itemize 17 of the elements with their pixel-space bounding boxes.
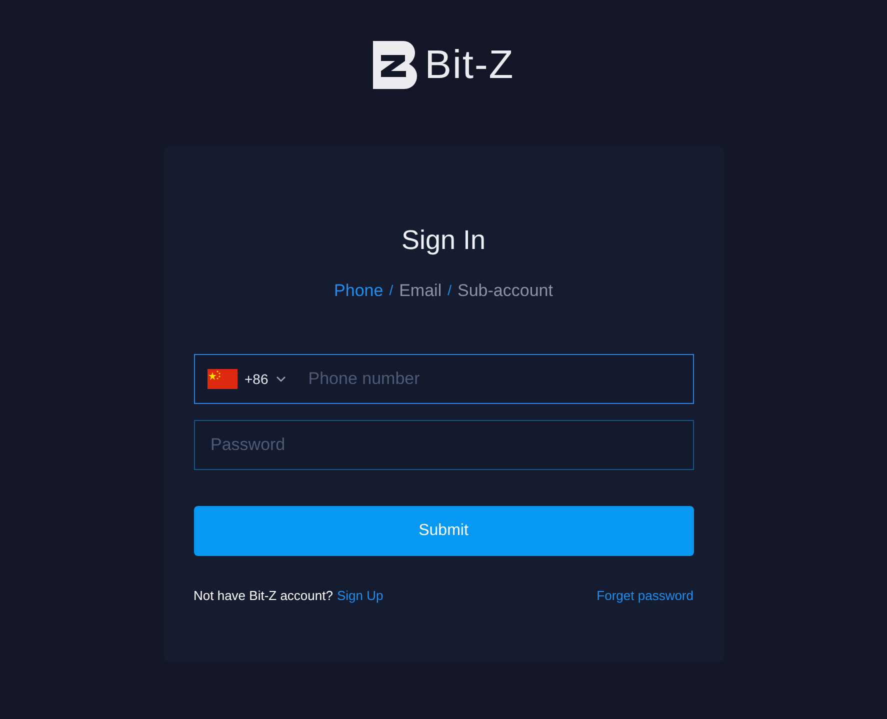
login-tab[interactable]: Phone: [334, 278, 384, 303]
submit-button[interactable]: Submit: [194, 506, 694, 556]
form-title: Sign In: [401, 224, 486, 257]
signup-prompt: Not have Bit-Z account?: [194, 587, 333, 605]
country-code-select[interactable]: +86: [244, 368, 286, 390]
logo-icon: [372, 41, 417, 89]
login-tab[interactable]: Sub-account: [458, 278, 553, 303]
chevron-down-icon: [276, 376, 286, 382]
tab-separator: /: [448, 280, 452, 300]
logo-text: Bit-Z: [424, 45, 514, 85]
tab-separator: /: [389, 280, 394, 300]
login-tab[interactable]: Email: [399, 278, 442, 303]
sign-up-link[interactable]: Sign Up: [336, 586, 384, 606]
flag-icon: [206, 369, 238, 389]
forgot-password-link[interactable]: Forget password: [596, 586, 694, 606]
phone-field[interactable]: +86 Phone number: [194, 354, 694, 404]
password-field[interactable]: Password: [194, 420, 694, 470]
